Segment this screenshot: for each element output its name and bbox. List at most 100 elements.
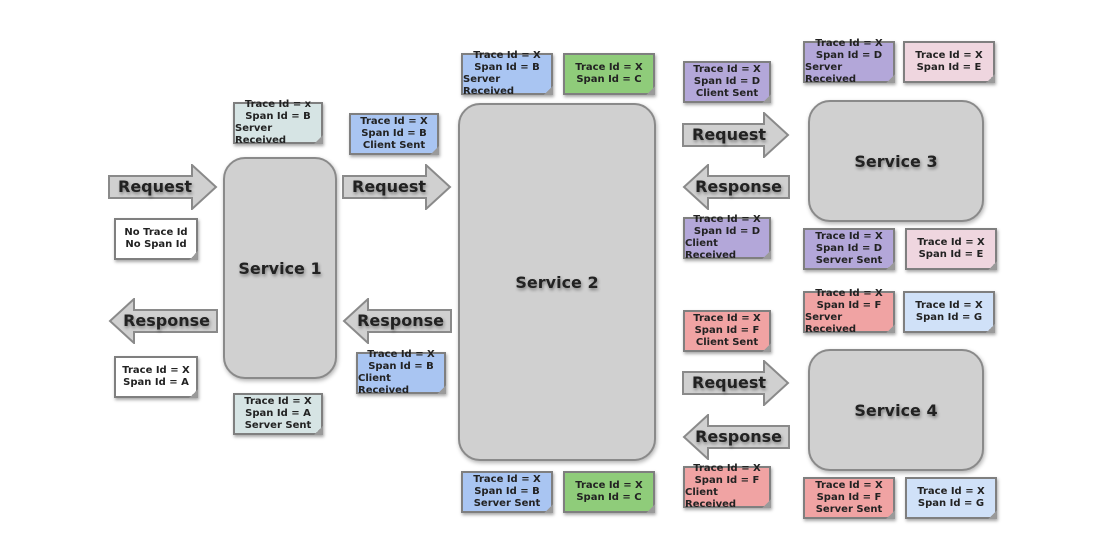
- note-line: Server Sent: [473, 498, 541, 509]
- note-line: Span Id = F: [694, 325, 760, 336]
- note-line: Client Sent: [695, 88, 759, 99]
- trace-diagram: Service 1 Service 2 Service 3 Service 4 …: [0, 0, 1094, 550]
- note-line: Server Received: [805, 312, 857, 335]
- note-line: Trace Id = X: [915, 300, 983, 311]
- span-note: Trace Id = X Span Id = G: [905, 477, 997, 519]
- request-label: Request: [692, 125, 767, 144]
- note-line: Trace Id = X: [815, 480, 883, 491]
- note-line: Span Id = F: [694, 475, 760, 486]
- note-line: Server Sent: [815, 255, 883, 266]
- span-note: Trace Id = X Span Id = G: [903, 291, 995, 333]
- note-line: Client Received: [685, 487, 737, 510]
- response-arrow: Response: [108, 298, 218, 344]
- note-line: Trace Id = X: [473, 50, 541, 61]
- note-line: Server Received: [805, 62, 857, 85]
- note-line: Span Id = F: [816, 300, 882, 311]
- note-line: Trace Id = X: [473, 474, 541, 485]
- span-note: Trace Id = X Span Id = C: [563, 53, 655, 95]
- service-2: Service 2: [458, 103, 656, 461]
- note-line: Server Sent: [815, 504, 883, 515]
- note-line: Client Received: [358, 373, 410, 396]
- response-label: Response: [695, 427, 782, 446]
- note-line: Trace Id = X: [575, 62, 643, 73]
- span-note: Trace Id = X Span Id = A Server Sent: [233, 393, 323, 435]
- note-line: Span Id = C: [576, 74, 642, 85]
- note-line: Trace Id = X: [367, 349, 435, 360]
- note-line: Span Id = B: [245, 111, 311, 122]
- span-note: Trace Id = x Span Id = B Server Received: [233, 99, 323, 146]
- note-line: Span Id = B: [368, 361, 434, 372]
- response-arrow: Response: [682, 414, 790, 460]
- service-3: Service 3: [808, 100, 984, 222]
- note-line: Client Sent: [362, 140, 426, 151]
- span-note: Trace Id = X Span Id = D Client Sent: [683, 61, 771, 103]
- note-line: Span Id = E: [916, 62, 982, 73]
- service-4: Service 4: [808, 349, 984, 471]
- response-arrow: Response: [682, 164, 790, 210]
- span-note: Trace Id = X Span Id = D Server Sent: [803, 228, 895, 270]
- span-note: Trace Id = X Span Id = B Server Sent: [461, 471, 553, 513]
- span-note: Trace Id = X Span Id = D Server Received: [803, 38, 895, 85]
- note-line: Span Id = B: [361, 128, 427, 139]
- note-line: Span Id = B: [474, 486, 540, 497]
- note-line: Span Id = E: [918, 249, 984, 260]
- note-line: Span Id = C: [576, 492, 642, 503]
- note-line: Trace Id = X: [693, 313, 761, 324]
- span-note: Trace Id = X Span Id = F Server Received: [803, 288, 895, 335]
- note-line: Trace Id = X: [815, 38, 883, 49]
- note-line: Trace Id = X: [815, 231, 883, 242]
- span-note: Trace Id = X Span Id = F Client Sent: [683, 310, 771, 352]
- request-arrow: Request: [342, 164, 452, 210]
- note-line: Trace Id = X: [693, 463, 761, 474]
- note-line: No Trace Id: [124, 227, 188, 238]
- response-label: Response: [695, 177, 782, 196]
- note-line: Trace Id = X: [915, 50, 983, 61]
- note-line: Server Received: [463, 74, 515, 97]
- note-line: Span Id = A: [123, 377, 189, 388]
- note-line: Trace Id = X: [122, 365, 190, 376]
- note-line: Trace Id = X: [693, 214, 761, 225]
- note-line: Span Id = F: [816, 492, 882, 503]
- note-line: Trace Id = X: [917, 486, 985, 497]
- service-1: Service 1: [223, 157, 337, 379]
- span-note: Trace Id = X Span Id = F Server Sent: [803, 477, 895, 519]
- request-label: Request: [352, 177, 427, 196]
- note-line: Trace Id = X: [815, 288, 883, 299]
- note-line: Span Id = G: [917, 498, 985, 509]
- span-note: Trace Id = X Span Id = A: [114, 356, 198, 398]
- request-label: Request: [692, 373, 767, 392]
- span-note: Trace Id = X Span Id = C: [563, 471, 655, 513]
- span-note: Trace Id = X Span Id = E: [903, 41, 995, 83]
- note-line: Trace Id = X: [244, 396, 312, 407]
- span-note: Trace Id = X Span Id = F Client Received: [683, 463, 771, 510]
- note-line: Span Id = A: [245, 408, 311, 419]
- note-line: Span Id = D: [693, 226, 761, 237]
- note-line: Trace Id = X: [693, 64, 761, 75]
- span-note: Trace Id = X Span Id = B Server Received: [461, 50, 553, 97]
- note-line: Span Id = B: [474, 62, 540, 73]
- note-line: Trace Id = X: [575, 480, 643, 491]
- note-line: Server Sent: [244, 420, 312, 431]
- response-arrow: Response: [342, 298, 452, 344]
- note-line: Server Received: [235, 123, 287, 146]
- request-arrow: Request: [682, 360, 790, 406]
- request-label: Request: [118, 177, 193, 196]
- request-arrow: Request: [682, 112, 790, 158]
- note-line: Trace Id = X: [360, 116, 428, 127]
- note-line: Client Received: [685, 238, 737, 261]
- span-note: Trace Id = X Span Id = B Client Sent: [349, 113, 439, 155]
- note-line: Span Id = G: [915, 312, 983, 323]
- response-label: Response: [123, 311, 210, 330]
- note-line: Client Sent: [695, 337, 759, 348]
- span-note: No Trace Id No Span Id: [114, 218, 198, 260]
- note-line: No Span Id: [125, 239, 187, 250]
- note-line: Span Id = D: [815, 50, 883, 61]
- span-note: Trace Id = X Span Id = D Client Received: [683, 214, 771, 261]
- span-note: Trace Id = X Span Id = B Client Received: [356, 349, 446, 396]
- note-line: Span Id = D: [815, 243, 883, 254]
- span-note: Trace Id = X Span Id = E: [905, 228, 997, 270]
- response-label: Response: [357, 311, 444, 330]
- request-arrow: Request: [108, 164, 218, 210]
- note-line: Span Id = D: [693, 76, 761, 87]
- note-line: Trace Id = x: [244, 99, 312, 110]
